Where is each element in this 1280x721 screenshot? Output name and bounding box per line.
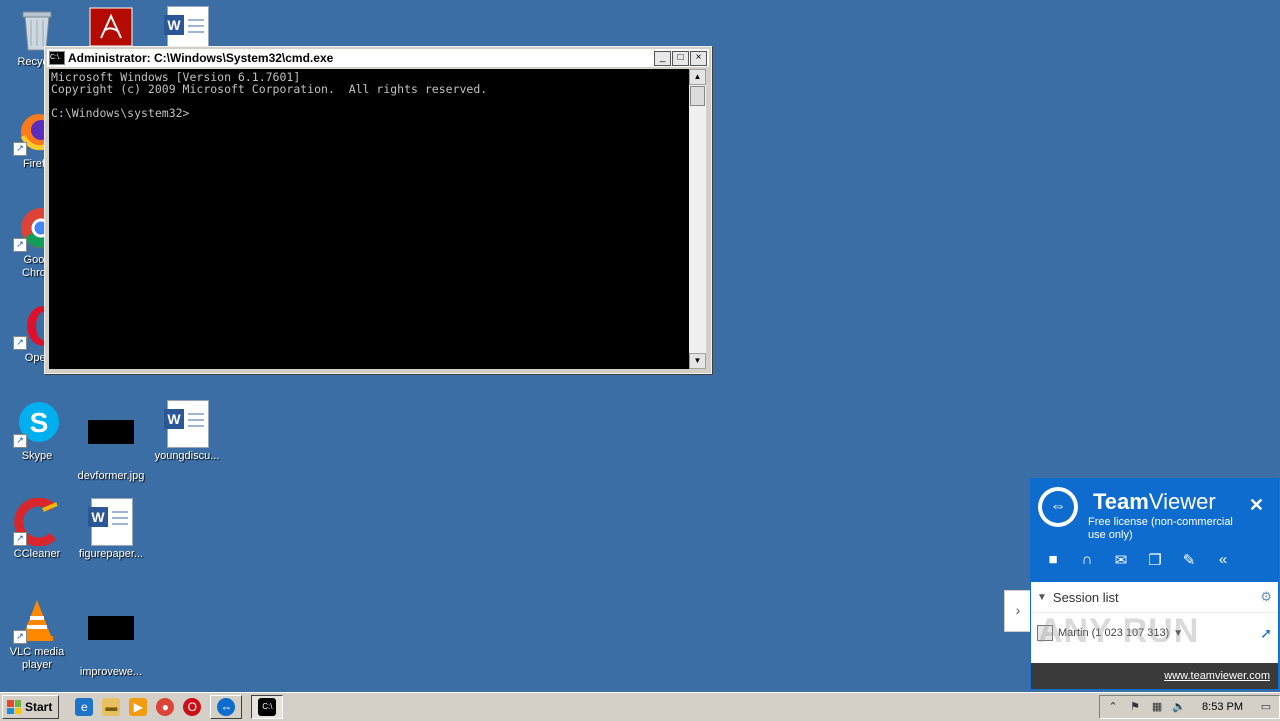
cmd-titlebar[interactable]: C:\. Administrator: C:\Windows\System32\… xyxy=(47,49,709,67)
cmd-console-output[interactable]: Microsoft Windows [Version 6.1.7601] Cop… xyxy=(49,69,689,369)
start-button[interactable]: Start xyxy=(2,695,60,719)
desktop-icon-vlc[interactable]: ↗ VLC media player xyxy=(0,596,74,672)
teamviewer-header: ⇔ TeamViewer Free license (non-commercia… xyxy=(1031,479,1278,582)
collapse-arrows-icon[interactable]: « xyxy=(1213,551,1233,569)
image-file-icon xyxy=(87,616,135,664)
desktop-icon-figurepaper[interactable]: W figurepaper... xyxy=(74,498,148,561)
desktop-icon-label: Skype xyxy=(21,450,53,462)
desktop-icon-label: CCleaner xyxy=(13,548,61,560)
desktop-icon-improvewe[interactable]: improvewe... xyxy=(74,596,148,679)
scroll-up-arrow-icon[interactable]: ▲ xyxy=(689,69,706,85)
teamviewer-toolbar: ■ ∩ ✉ ❐ ✎ « xyxy=(1043,551,1233,569)
desktop-icon-skype[interactable]: S ↗ Skype xyxy=(0,400,74,463)
svg-text:S: S xyxy=(30,407,49,438)
desktop-icon-ccleaner[interactable]: ↗ CCleaner xyxy=(0,497,74,561)
desktop-icon-label: youngdiscu... xyxy=(154,450,220,462)
shortcut-arrow-icon: ↗ xyxy=(13,142,27,156)
flag-icon[interactable]: ⚑ xyxy=(1128,700,1142,714)
tools-icon[interactable]: ✎ xyxy=(1179,551,1199,569)
desktop-icon-devformer[interactable]: devformer.jpg xyxy=(74,400,148,483)
volume-icon[interactable]: 🔈 xyxy=(1172,700,1186,714)
word-doc-icon: W xyxy=(87,498,135,546)
teamviewer-brand: TeamViewer xyxy=(1093,489,1216,514)
quick-launch: e ▬ ▶ ● O ⇔ C:\ xyxy=(75,695,284,719)
close-icon[interactable]: ✕ xyxy=(1249,495,1264,516)
close-button[interactable]: × xyxy=(690,50,707,66)
taskbar-cmd-button[interactable]: C:\ xyxy=(251,695,284,719)
session-list-label: Session list xyxy=(1052,589,1119,605)
chat-icon[interactable]: ✉ xyxy=(1111,551,1131,569)
ccleaner-icon: ↗ xyxy=(13,497,61,547)
shortcut-arrow-icon: ↗ xyxy=(13,238,27,252)
cmd-title: Administrator: C:\Windows\System32\cmd.e… xyxy=(68,51,334,65)
triangle-down-icon: ▼ xyxy=(1037,591,1047,603)
word-doc-icon: W xyxy=(163,400,211,448)
minimize-button[interactable]: _ xyxy=(654,50,671,66)
video-camera-icon[interactable]: ■ xyxy=(1043,551,1063,569)
desktop-icon-label: improvewe... xyxy=(79,666,143,678)
teamviewer-website-link[interactable]: www.teamviewer.com xyxy=(1164,670,1270,682)
network-icon[interactable]: ▦ xyxy=(1150,700,1164,714)
shortcut-arrow-icon: ↗ xyxy=(13,336,27,350)
windows-logo-icon xyxy=(7,700,21,714)
cmd-window[interactable]: C:\. Administrator: C:\Windows\System32\… xyxy=(44,46,712,374)
teamviewer-logo-icon: ⇔ xyxy=(1038,487,1078,527)
opera-icon[interactable]: O xyxy=(183,698,202,716)
image-file-icon xyxy=(87,420,135,468)
session-list-header[interactable]: ▼ Session list ⚙ xyxy=(1031,582,1278,613)
folder-icon[interactable]: ▬ xyxy=(102,698,121,716)
show-hidden-icons-chevron-icon[interactable]: ⌃ xyxy=(1106,700,1120,714)
shortcut-arrow-icon: ↗ xyxy=(13,434,27,448)
teamviewer-icon: ⇔ xyxy=(217,698,236,716)
cmd-icon: C:\ xyxy=(258,698,277,716)
scroll-thumb[interactable] xyxy=(690,86,705,106)
cursor-connect-icon[interactable]: ➚ xyxy=(1260,625,1272,642)
license-text: Free license (non-commercial use only) xyxy=(1088,516,1233,541)
anyrun-watermark: ANY RUN xyxy=(1038,612,1200,650)
cmd-vertical-scrollbar[interactable]: ▲ ▼ xyxy=(689,69,706,369)
desktop-icon-label: VLC media player xyxy=(9,646,65,671)
system-tray: ⌃ ⚑ ▦ 🔈 8:53 PM ▭ xyxy=(1099,695,1280,719)
cmd-window-icon: C:\. xyxy=(49,51,65,65)
maximize-button[interactable]: □ xyxy=(672,50,689,66)
skype-icon: S ↗ xyxy=(13,400,61,448)
taskbar: Start e ▬ ▶ ● O ⇔ C:\ ⌃ ⚑ ▦ 🔈 8:53 PM ▭ xyxy=(0,692,1280,721)
gear-icon[interactable]: ⚙ xyxy=(1260,589,1272,605)
taskbar-teamviewer-button[interactable]: ⇔ xyxy=(210,695,243,719)
shortcut-arrow-icon: ↗ xyxy=(13,630,27,644)
internet-explorer-icon[interactable]: e xyxy=(75,698,94,716)
file-transfer-icon[interactable]: ❐ xyxy=(1145,551,1165,569)
headset-icon[interactable]: ∩ xyxy=(1077,551,1097,569)
desktop-icon-label: figurepaper... xyxy=(78,548,144,560)
start-label: Start xyxy=(25,700,53,714)
show-desktop-icon[interactable]: ▭ xyxy=(1259,700,1273,714)
clock[interactable]: 8:53 PM xyxy=(1202,701,1243,713)
desktop-icon-youngdiscu[interactable]: W youngdiscu... xyxy=(150,400,224,463)
media-player-icon[interactable]: ▶ xyxy=(129,698,148,716)
desktop-icon-label: devformer.jpg xyxy=(77,470,145,482)
teamviewer-collapse-tab[interactable]: › xyxy=(1004,590,1031,632)
shortcut-arrow-icon: ↗ xyxy=(13,532,27,546)
teamviewer-panel: ⇔ TeamViewer Free license (non-commercia… xyxy=(1030,478,1279,690)
vlc-cone-icon: ↗ xyxy=(13,596,61,644)
scroll-down-arrow-icon[interactable]: ▼ xyxy=(689,353,706,369)
chrome-icon[interactable]: ● xyxy=(156,698,175,716)
teamviewer-footer: www.teamviewer.com xyxy=(1031,663,1278,689)
